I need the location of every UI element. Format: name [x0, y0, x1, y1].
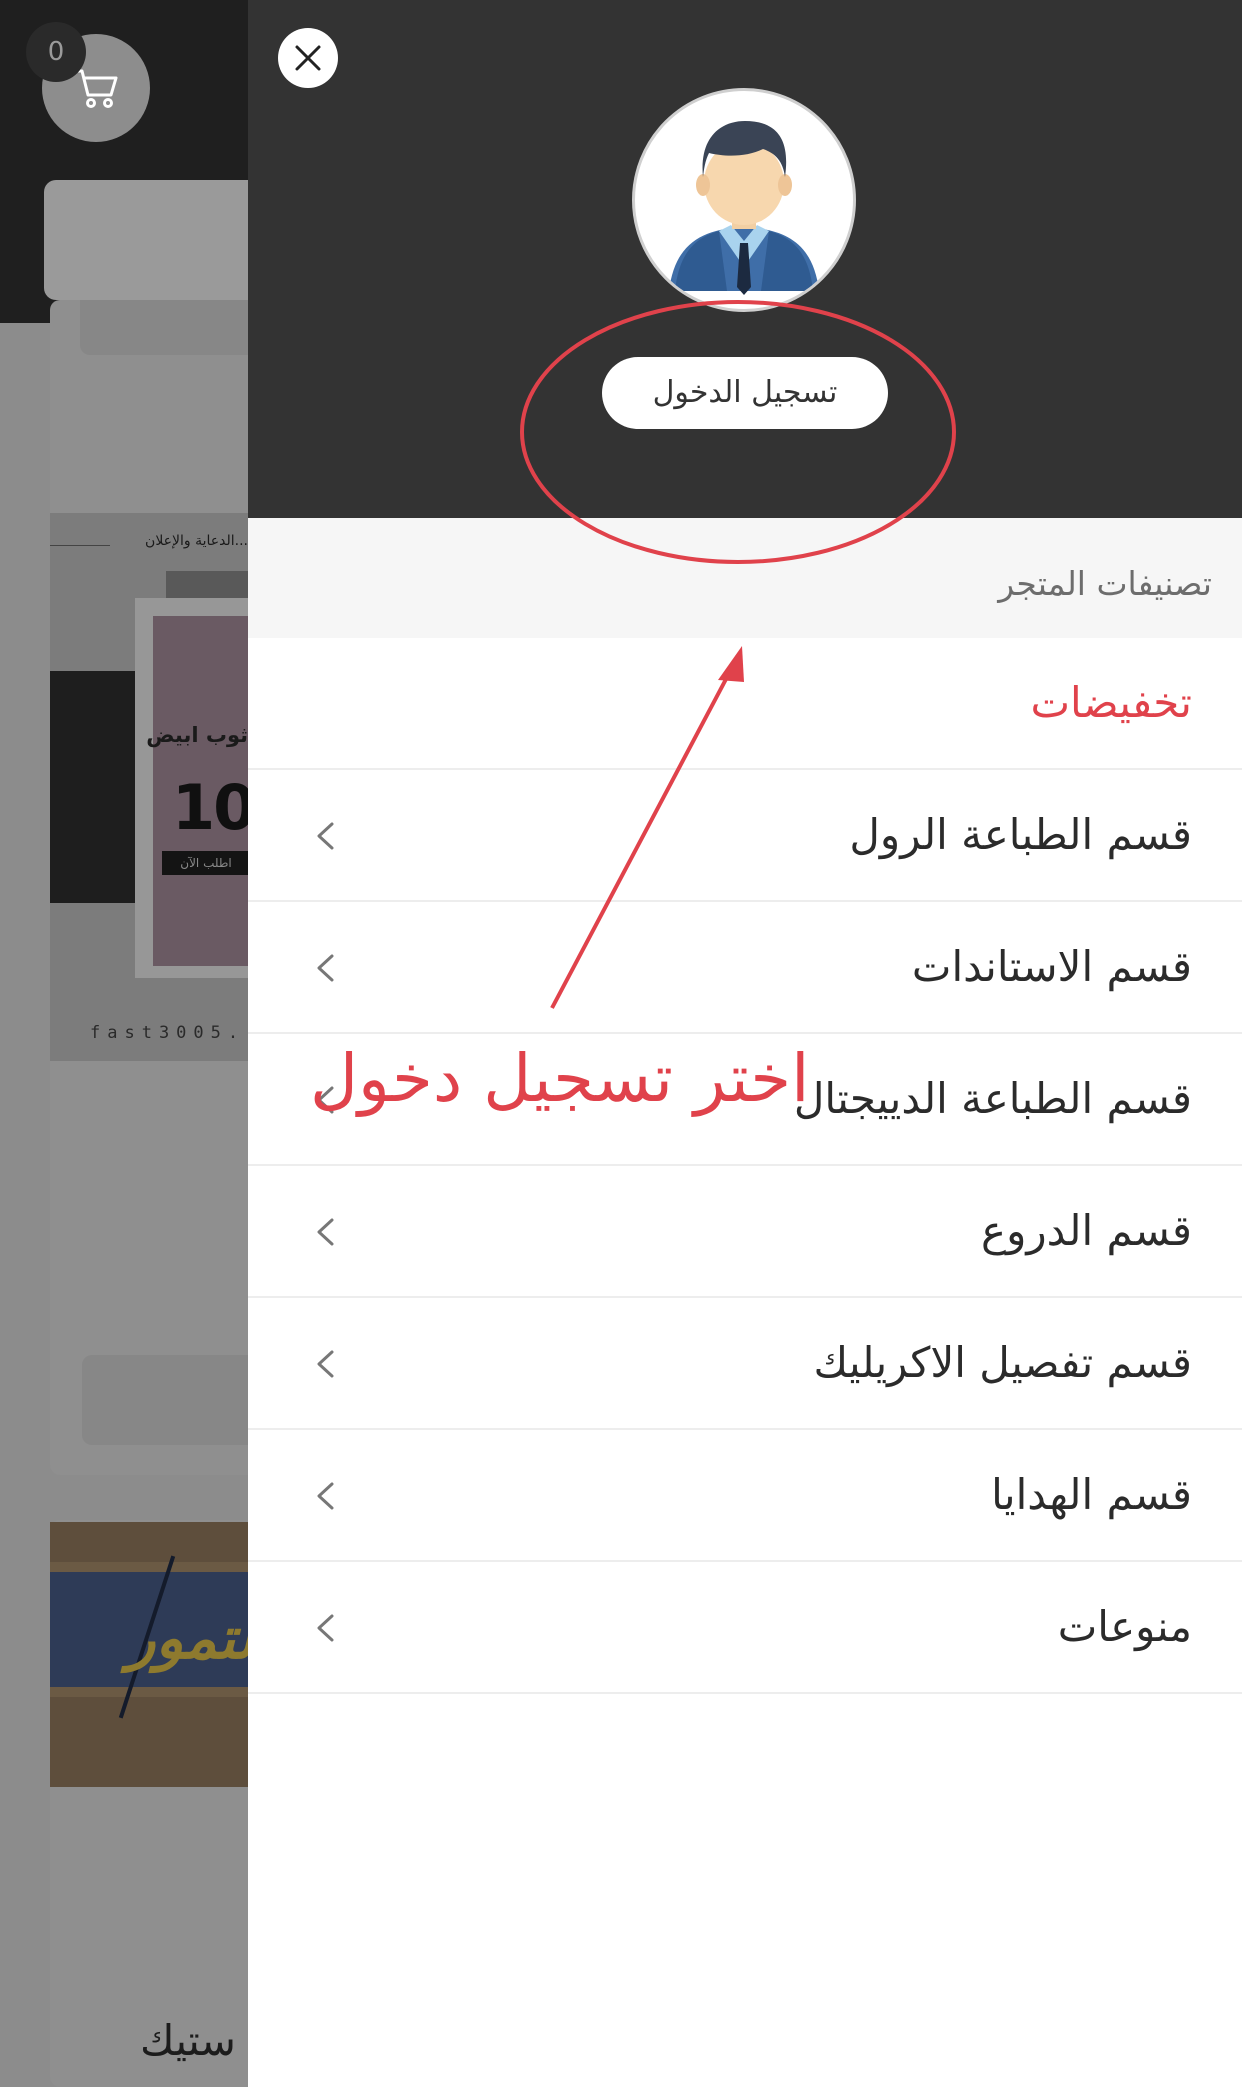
chevron-left-icon[interactable]	[308, 1478, 344, 1514]
close-button[interactable]	[278, 28, 338, 88]
menu-item-label: قسم تفصيل الاكريليك	[813, 1338, 1193, 1387]
section-title: تصنيفات المتجر	[248, 518, 1242, 638]
menu-item-gifts[interactable]: قسم الهدايا	[248, 1430, 1242, 1562]
menu-item-sales[interactable]: تخفيضات	[248, 638, 1242, 770]
menu-item-label: قسم الطباعة الدييجتال	[793, 1074, 1192, 1123]
banner-product-text: ثوب ابيض	[146, 723, 248, 747]
close-icon	[295, 45, 321, 71]
login-button[interactable]: تسجيل الدخول	[602, 357, 888, 429]
category-menu: تخفيضات قسم الطباعة الرول قسم الاستاندات…	[248, 638, 1242, 1694]
chevron-left-icon[interactable]	[308, 1214, 344, 1250]
banner-order-text: اطلب الآن	[162, 851, 250, 875]
annotation-text: اختر تسجيل دخول	[310, 1040, 810, 1117]
product-image[interactable]: لتمور	[50, 1522, 250, 1787]
menu-item-label: قسم الطباعة الرول	[849, 810, 1192, 859]
chevron-left-icon[interactable]	[308, 1346, 344, 1382]
chevron-left-icon[interactable]	[308, 950, 344, 986]
cart-count-badge: 0	[26, 22, 86, 82]
product-image[interactable]: ...الدعاية والإعلان ثوب ابيض 10 اطلب الآ…	[50, 513, 250, 1061]
cart-icon	[75, 69, 118, 108]
drawer-header: تسجيل الدخول	[248, 0, 1242, 518]
menu-item-acrylic[interactable]: قسم تفصيل الاكريليك	[248, 1298, 1242, 1430]
product-title: ستيك	[140, 2016, 236, 2065]
menu-item-stands[interactable]: قسم الاستاندات	[248, 902, 1242, 1034]
banner-site-text: fast3005.	[90, 1023, 246, 1043]
chevron-left-icon[interactable]	[308, 818, 344, 854]
sign-text: لتمور	[127, 1604, 250, 1672]
banner-price: 10	[172, 771, 250, 844]
user-avatar-icon	[669, 121, 819, 295]
menu-item-misc[interactable]: منوعات	[248, 1562, 1242, 1694]
menu-item-label: منوعات	[1057, 1602, 1192, 1651]
user-avatar	[632, 88, 856, 312]
menu-item-shields[interactable]: قسم الدروع	[248, 1166, 1242, 1298]
banner-top-text: ...الدعاية والإعلان	[145, 533, 248, 549]
menu-item-label: قسم الاستاندات	[911, 942, 1192, 991]
menu-item-roll-printing[interactable]: قسم الطباعة الرول	[248, 770, 1242, 902]
menu-item-label: قسم الهدايا	[991, 1470, 1192, 1519]
menu-item-label: تخفيضات	[1030, 678, 1192, 727]
menu-item-label: قسم الدروع	[981, 1206, 1192, 1255]
chevron-left-icon[interactable]	[308, 1610, 344, 1646]
